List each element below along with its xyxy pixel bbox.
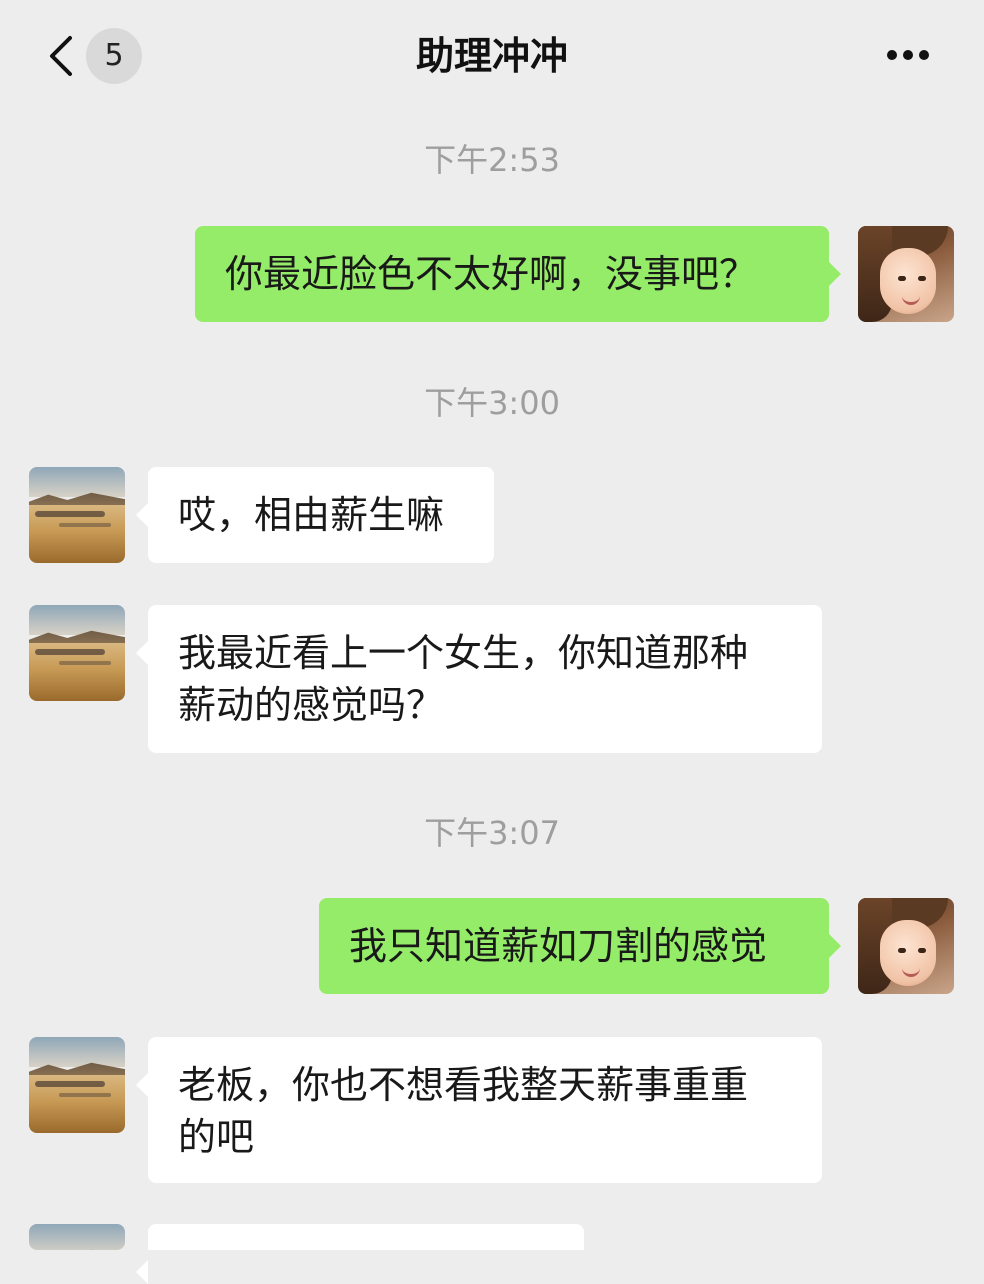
timestamp: 下午3:00 [424, 384, 560, 422]
message-text-line: 老板，你也不想看我整天薪事重重 [178, 1063, 749, 1107]
message-text-line: 薪动的感觉吗？ [178, 683, 445, 727]
contact-avatar[interactable] [29, 467, 125, 563]
contact-avatar[interactable] [29, 1037, 125, 1133]
more-dots-icon[interactable] [884, 44, 932, 68]
message-text-line: 我最近看上一个女生，你知道那种 [178, 631, 749, 675]
chat-header: 5 助理冲冲 [0, 0, 984, 112]
timestamp: 下午3:07 [424, 814, 560, 852]
chat-title: 助理冲冲 [415, 34, 568, 78]
contact-message-bubble-partial[interactable] [136, 1224, 584, 1284]
my-message-bubble[interactable]: 我只知道薪如刀割的感觉 [319, 898, 841, 994]
my-message-bubble[interactable]: 你最近脸色不太好啊，没事吧？ [195, 226, 841, 322]
my-avatar[interactable] [858, 898, 954, 994]
contact-message-bubble[interactable]: 我最近看上一个女生，你知道那种 薪动的感觉吗？ [136, 605, 822, 753]
message-text: 我只知道薪如刀割的感觉 [349, 924, 768, 968]
message-text: 你最近脸色不太好啊，没事吧？ [225, 252, 758, 296]
message-text-line: 的吧 [178, 1115, 255, 1159]
contact-avatar[interactable] [29, 605, 125, 701]
dot [887, 50, 897, 60]
dot [919, 50, 929, 60]
contact-message-bubble[interactable]: 老板，你也不想看我整天薪事重重 的吧 [136, 1037, 822, 1183]
contact-message-bubble[interactable]: 哎，相由薪生嘛 [136, 467, 494, 563]
dot [903, 50, 913, 60]
message-text: 哎，相由薪生嘛 [178, 493, 445, 537]
timestamp: 下午2:53 [424, 141, 560, 179]
my-avatar[interactable] [858, 226, 954, 322]
contact-avatar[interactable] [29, 1224, 125, 1250]
